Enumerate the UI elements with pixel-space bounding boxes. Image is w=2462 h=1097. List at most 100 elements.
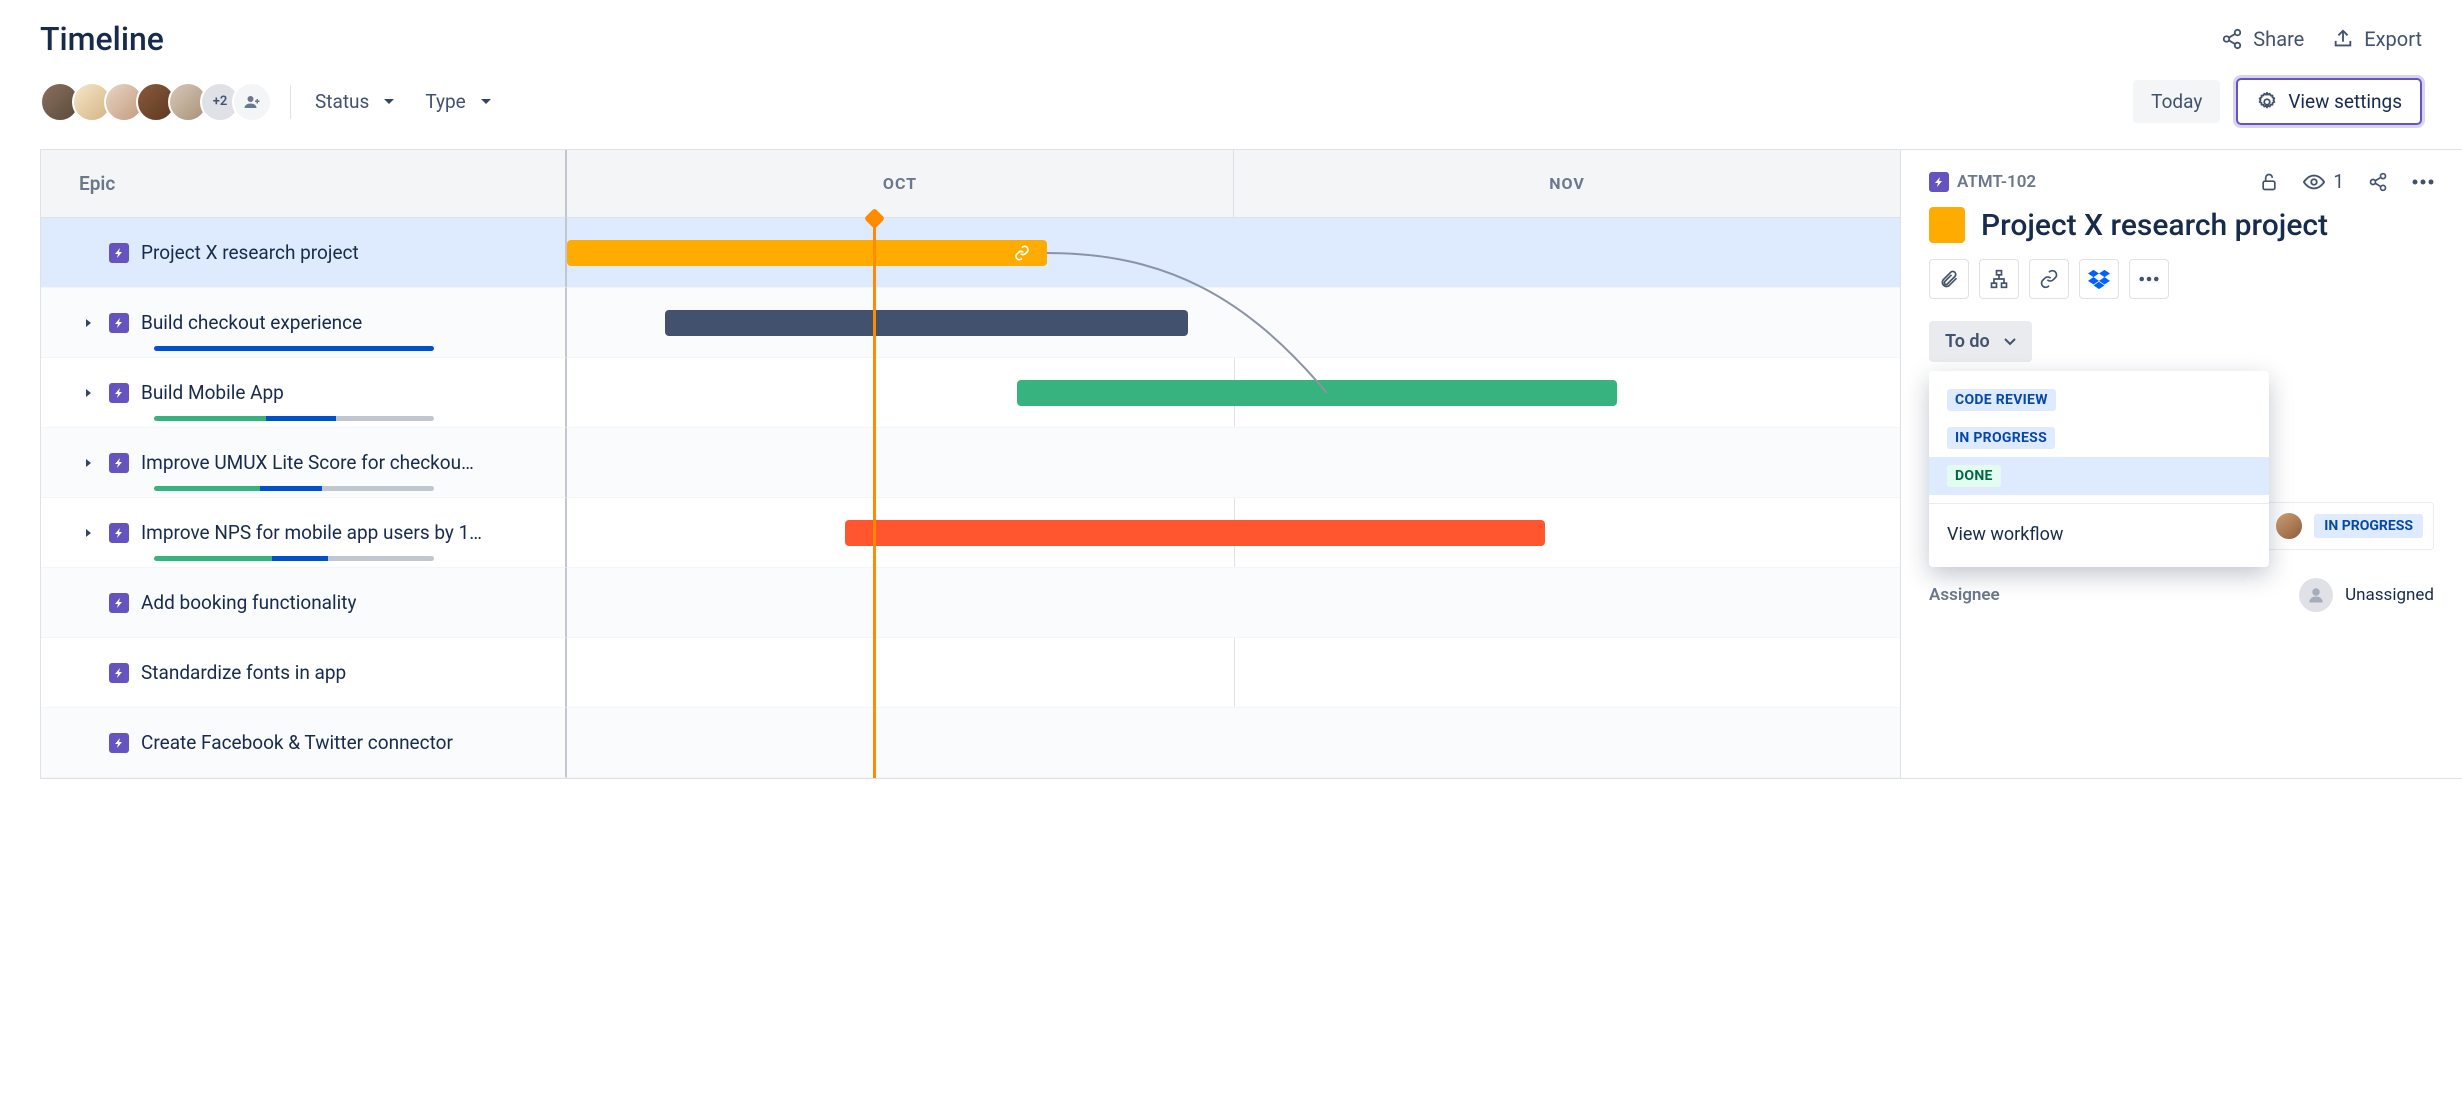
today-button[interactable]: Today — [2133, 80, 2220, 123]
timeline-bar[interactable] — [665, 310, 1188, 336]
expand-toggle[interactable] — [79, 458, 97, 468]
export-label: Export — [2364, 27, 2422, 51]
month-header: NOV — [1234, 150, 1900, 217]
epic-icon — [1929, 172, 1949, 192]
assignee-field-label: Assignee — [1929, 585, 2000, 605]
share-icon — [2221, 28, 2243, 50]
share-label: Share — [2253, 27, 2304, 51]
epic-column-header: Epic — [41, 150, 567, 218]
status-filter[interactable]: Status — [309, 82, 401, 121]
epic-name: Standardize fonts in app — [141, 661, 346, 684]
status-lozenge: IN PROGRESS — [1947, 427, 2055, 449]
gear-icon — [2256, 91, 2278, 113]
gantt-row[interactable] — [567, 568, 1900, 638]
dependency-link-icon[interactable] — [1009, 240, 1035, 266]
expand-toggle[interactable] — [79, 318, 97, 328]
watchers-button[interactable]: 1 — [2303, 170, 2344, 193]
epic-name: Project X research project — [141, 241, 359, 264]
epic-name: Improve UMUX Lite Score for checkou… — [141, 451, 474, 474]
epic-icon — [109, 243, 129, 263]
separator — [290, 85, 291, 119]
watchers-count: 1 — [2333, 170, 2344, 193]
status-option[interactable]: DONE — [1929, 457, 2269, 495]
epic-name: Add booking functionality — [141, 591, 356, 614]
assignee-avatar[interactable] — [2274, 511, 2304, 541]
timeline-bar[interactable] — [845, 520, 1545, 546]
export-button[interactable]: Export — [2332, 27, 2422, 51]
status-option[interactable]: CODE REVIEW — [1929, 381, 2269, 419]
epic-name: Build Mobile App — [141, 381, 284, 404]
gantt-row[interactable] — [567, 708, 1900, 778]
timeline-bar[interactable] — [1017, 380, 1617, 406]
export-icon — [2332, 28, 2354, 50]
today-indicator — [873, 218, 876, 778]
chevron-down-icon — [383, 98, 395, 106]
expand-toggle[interactable] — [79, 528, 97, 538]
epic-color-swatch[interactable] — [1929, 207, 1965, 243]
status-lozenge: DONE — [1947, 465, 2001, 487]
progress-bar — [154, 346, 434, 351]
issue-key[interactable]: ATMT-102 — [1929, 172, 2036, 192]
gantt-row[interactable] — [567, 288, 1900, 358]
gantt-row[interactable] — [567, 638, 1900, 708]
epic-name: Build checkout experience — [141, 311, 362, 334]
status-lozenge: CODE REVIEW — [1947, 389, 2056, 411]
status-dropdown-button[interactable]: To do — [1929, 321, 2032, 362]
epic-icon — [109, 733, 129, 753]
share-icon[interactable] — [2368, 172, 2388, 192]
add-people-button[interactable] — [232, 82, 272, 122]
more-tools-button[interactable] — [2129, 259, 2169, 299]
epic-row[interactable]: Project X research project — [41, 218, 567, 288]
chevron-down-icon — [480, 98, 492, 106]
view-workflow-link[interactable]: View workflow — [1929, 512, 2269, 557]
status-dropdown-menu: CODE REVIEW IN PROGRESS DONE View workflow — [1929, 371, 2269, 567]
month-header: OCT — [567, 150, 1234, 217]
epic-row[interactable]: Create Facebook & Twitter connector — [41, 708, 567, 778]
gantt-row[interactable] — [567, 498, 1900, 568]
dropbox-button[interactable] — [2079, 259, 2119, 299]
timeline-bar[interactable] — [567, 240, 1047, 266]
child-issue-button[interactable] — [1979, 259, 2019, 299]
status-label: To do — [1945, 331, 1990, 352]
status-filter-label: Status — [315, 90, 369, 113]
gantt-row[interactable] — [567, 358, 1900, 428]
attach-button[interactable] — [1929, 259, 1969, 299]
expand-toggle[interactable] — [79, 388, 97, 398]
progress-bar — [154, 486, 434, 491]
more-icon[interactable] — [2412, 179, 2434, 185]
unassigned-avatar-icon — [2299, 578, 2333, 612]
epic-icon — [109, 593, 129, 613]
chevron-down-icon — [2004, 338, 2016, 346]
status-option[interactable]: IN PROGRESS — [1929, 419, 2269, 457]
epic-name: Improve NPS for mobile app users by 1… — [141, 521, 482, 544]
collaborator-avatars[interactable]: +2 — [40, 82, 272, 122]
gantt-row[interactable] — [567, 428, 1900, 498]
epic-row[interactable]: Build checkout experience — [41, 288, 567, 358]
epic-icon — [109, 523, 129, 543]
epic-name: Create Facebook & Twitter connector — [141, 731, 453, 754]
epic-row[interactable]: Add booking functionality — [41, 568, 567, 638]
lock-icon[interactable] — [2259, 172, 2279, 192]
progress-bar — [154, 556, 434, 561]
assignee-value[interactable]: Unassigned — [2299, 578, 2434, 612]
share-button[interactable]: Share — [2221, 27, 2304, 51]
view-settings-label: View settings — [2288, 90, 2402, 113]
epic-row[interactable]: Build Mobile App — [41, 358, 567, 428]
link-button[interactable] — [2029, 259, 2069, 299]
view-settings-button[interactable]: View settings — [2236, 78, 2422, 125]
issue-title[interactable]: Project X research project — [1981, 208, 2328, 243]
progress-bar — [154, 416, 434, 421]
epic-icon — [109, 663, 129, 683]
epic-icon — [109, 383, 129, 403]
epic-icon — [109, 313, 129, 333]
epic-row[interactable]: Standardize fonts in app — [41, 638, 567, 708]
child-status-lozenge: IN PROGRESS — [2314, 514, 2423, 538]
type-filter[interactable]: Type — [419, 82, 497, 121]
gantt-row[interactable] — [567, 218, 1900, 288]
issue-key-text: ATMT-102 — [1957, 172, 2036, 192]
epic-row[interactable]: Improve UMUX Lite Score for checkou… — [41, 428, 567, 498]
epic-row[interactable]: Improve NPS for mobile app users by 1… — [41, 498, 567, 568]
assignee-name: Unassigned — [2345, 585, 2434, 605]
type-filter-label: Type — [425, 90, 465, 113]
separator — [1929, 503, 2269, 504]
